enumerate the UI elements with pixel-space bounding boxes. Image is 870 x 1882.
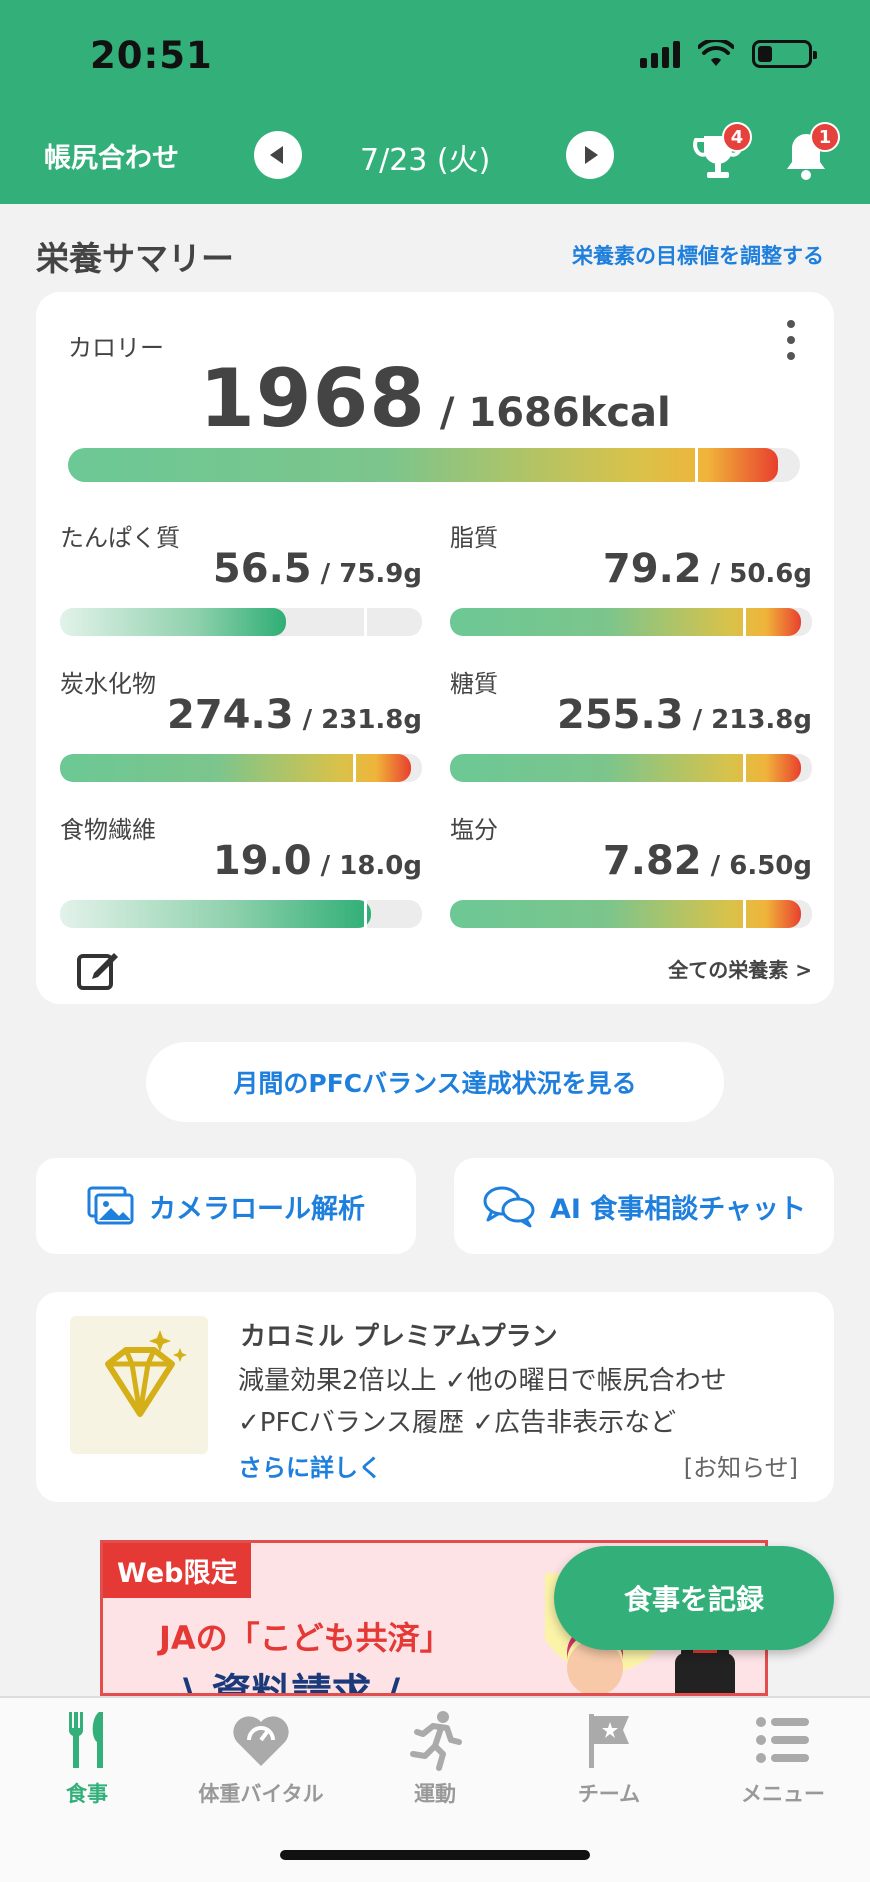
battery-icon: [752, 40, 817, 68]
chat-bubbles-icon: [483, 1186, 535, 1228]
nutrient-target: / 231.8g: [293, 705, 422, 735]
prev-date-button[interactable]: [254, 131, 302, 179]
premium-feature-line-2: ✓PFCバランス履歴 ✓広告非表示など: [238, 1408, 677, 1438]
calorie-target: / 1686kcal: [425, 390, 671, 436]
calorie-value: 1968: [199, 352, 426, 445]
nutrient-label: 塩分: [450, 816, 498, 844]
nutrient-progress-bar: [60, 900, 422, 928]
app-header: 20:51 帳尻合わせ 7/23 (火) 4 1: [0, 0, 870, 204]
tab-label: 食事: [66, 1782, 108, 1806]
tab-weight-vitals[interactable]: 体重バイタル: [174, 1708, 348, 1818]
runner-icon: [410, 1711, 462, 1771]
summary-title: 栄養サマリー: [36, 239, 234, 278]
camera-roll-button[interactable]: カメラロール解析: [36, 1158, 416, 1254]
tab-label: 運動: [414, 1782, 456, 1806]
ad-tag: Web限定: [103, 1543, 252, 1598]
list-icon: [756, 1717, 809, 1763]
nutrient-label: 食物繊維: [60, 816, 156, 844]
nutrient-target: / 6.50g: [701, 851, 812, 881]
nutrient-progress-bar: [60, 608, 422, 636]
fork-knife-icon: [68, 1712, 103, 1768]
nutrient-label: 炭水化物: [60, 670, 156, 698]
next-date-button[interactable]: [566, 131, 614, 179]
nutrient-value: 274.3: [167, 692, 294, 738]
nutrient-value: 56.5: [212, 546, 312, 592]
edit-icon[interactable]: [76, 947, 120, 991]
tab-exercise[interactable]: 運動: [348, 1708, 522, 1818]
ai-chat-button[interactable]: AI 食事相談チャット: [454, 1158, 834, 1254]
camera-roll-label: カメラロール解析: [149, 1193, 365, 1225]
nutrient-value: 7.82: [602, 838, 702, 884]
pfc-balance-button[interactable]: 月間のPFCバランス達成状況を見る: [146, 1042, 724, 1122]
nutrient-target: / 213.8g: [683, 705, 812, 735]
trophy-button[interactable]: 4: [690, 122, 752, 184]
nutrient-label: 脂質: [450, 524, 498, 552]
calorie-target-mark: [695, 448, 699, 482]
premium-notice-label: [お知らせ]: [683, 1454, 798, 1482]
notification-button[interactable]: 1: [778, 122, 840, 184]
home-indicator: [280, 1850, 590, 1860]
nutrient-target: / 75.9g: [311, 559, 422, 589]
nutrient-target: / 18.0g: [311, 851, 422, 881]
premium-feature-line-1: 減量効果2倍以上 ✓他の曜日で帳尻合わせ: [238, 1366, 727, 1396]
nutrition-summary-card: カロリー 1968 / 1686kcal たんぱく質 56.5 / 75.9g …: [36, 292, 834, 1004]
tab-label: チーム: [577, 1782, 641, 1806]
premium-plan-card[interactable]: カロミル プレミアムプラン 減量効果2倍以上 ✓他の曜日で帳尻合わせ ✓PFCバ…: [36, 1292, 834, 1502]
premium-more-link[interactable]: さらに詳しく: [238, 1448, 382, 1483]
nutrient-value: 255.3: [557, 692, 684, 738]
flag-icon: [589, 1714, 629, 1768]
nutrient-label: 糖質: [450, 670, 498, 698]
balance-adjust-link[interactable]: 帳尻合わせ: [44, 136, 179, 175]
record-meal-button[interactable]: 食事を記録: [554, 1546, 834, 1650]
nutrient-label: たんぱく質: [60, 524, 180, 552]
adjust-targets-link[interactable]: 栄養素の目標値を調整する: [572, 240, 824, 270]
all-nutrients-link[interactable]: 全ての栄養素 >: [668, 954, 812, 983]
nutrient-value: 79.2: [602, 546, 702, 592]
date-nav: 帳尻合わせ 7/23 (火) 4 1: [0, 122, 870, 184]
nutrient-progress-bar: [60, 754, 422, 782]
tab-label: メニュー: [741, 1782, 825, 1806]
heart-scale-icon: [233, 1716, 289, 1766]
trophy-badge: 4: [722, 122, 752, 152]
calorie-progress-fill: [68, 448, 779, 482]
nutrient-progress-bar: [450, 608, 812, 636]
tab-team[interactable]: チーム: [522, 1708, 696, 1818]
calorie-values: 1968 / 1686kcal: [36, 352, 834, 445]
nutrient-target: / 50.6g: [701, 559, 812, 589]
current-date[interactable]: 7/23 (火): [360, 135, 490, 179]
premium-title: カロミル プレミアムプラン: [240, 1322, 558, 1352]
nutrient-progress-bar: [450, 900, 812, 928]
calorie-progress-bar: [68, 448, 800, 482]
notification-badge: 1: [810, 122, 840, 152]
tab-meals[interactable]: 食事: [0, 1708, 174, 1818]
tab-menu[interactable]: メニュー: [696, 1708, 870, 1818]
tab-label: 体重バイタル: [198, 1782, 324, 1806]
nutrient-value: 19.0: [212, 838, 312, 884]
photos-icon: [87, 1186, 134, 1225]
nutrient-progress-bar: [450, 754, 812, 782]
ai-chat-label: AI 食事相談チャット: [549, 1193, 807, 1225]
ad-subheadline: \ 資料請求 /: [183, 1671, 401, 1696]
status-icons: [640, 40, 817, 68]
wifi-icon: [698, 40, 734, 66]
ad-headline: JAの「こども共済」: [159, 1619, 452, 1657]
diamond-icon: [70, 1316, 208, 1454]
signal-icon: [640, 40, 680, 68]
status-time: 20:51: [90, 34, 213, 77]
